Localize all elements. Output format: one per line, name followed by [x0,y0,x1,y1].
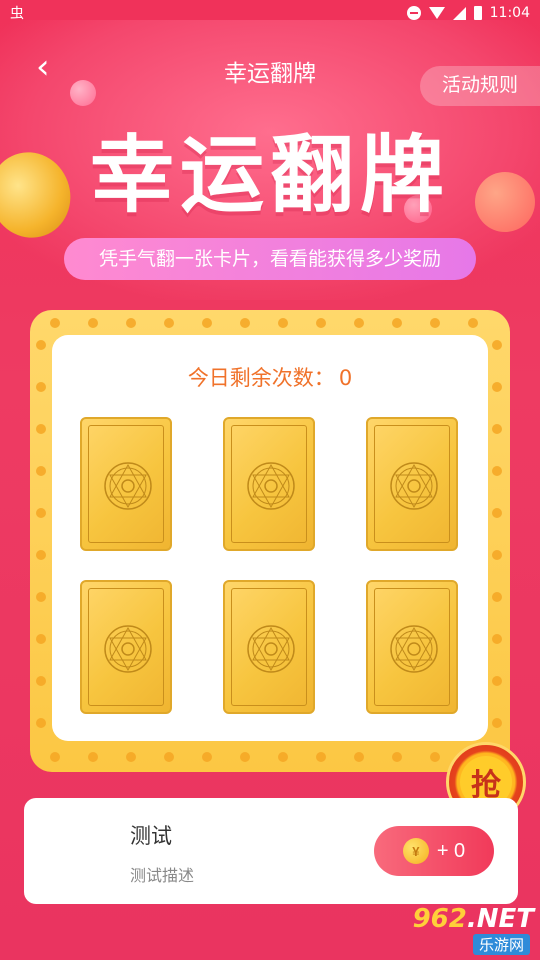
task-description: 测试描述 [130,866,195,885]
status-time: 11:04 [489,5,530,21]
flip-card[interactable] [223,580,315,714]
magic-circle-icon [247,462,295,510]
reward-button[interactable]: ¥ + 0 [374,826,494,876]
magic-circle-icon [247,625,295,673]
battery-icon [473,6,482,20]
hero-title: 幸运翻牌 [89,126,450,224]
reward-value: + 0 [436,839,466,862]
magic-circle-icon [390,462,438,510]
magic-circle-icon [104,462,152,510]
flip-card[interactable] [366,580,458,714]
task-card: 测试 测试描述 ¥ + 0 [24,798,518,904]
coin-icon: ¥ [402,838,429,864]
header: ‹ 幸运翻牌 活动规则 [0,44,540,106]
flip-card[interactable] [80,580,172,714]
flip-card[interactable] [223,417,315,551]
flip-card[interactable] [80,417,172,551]
task-title: 测试 [130,824,172,848]
watermark-logo: 962.NET 乐游网 [412,904,534,955]
magic-circle-icon [104,625,152,673]
hero-subtitle: 凭手气翻一张卡片，看看能获得多少奖励 [64,238,476,280]
wifi-icon [428,7,445,19]
do-not-disturb-icon [406,6,421,20]
signal-icon [452,6,466,20]
remaining-count: 0 [338,366,353,390]
remaining-label: 今日剩余次数： [187,366,335,390]
status-bar: 虫 11:04 [0,0,540,26]
app-notification-icon: 虫 [10,6,24,22]
magic-circle-icon [390,625,438,673]
remaining-count-text: 今日剩余次数： 0 [52,362,488,392]
flip-card[interactable] [366,417,458,551]
activity-rules-button[interactable]: 活动规则 [420,66,540,106]
